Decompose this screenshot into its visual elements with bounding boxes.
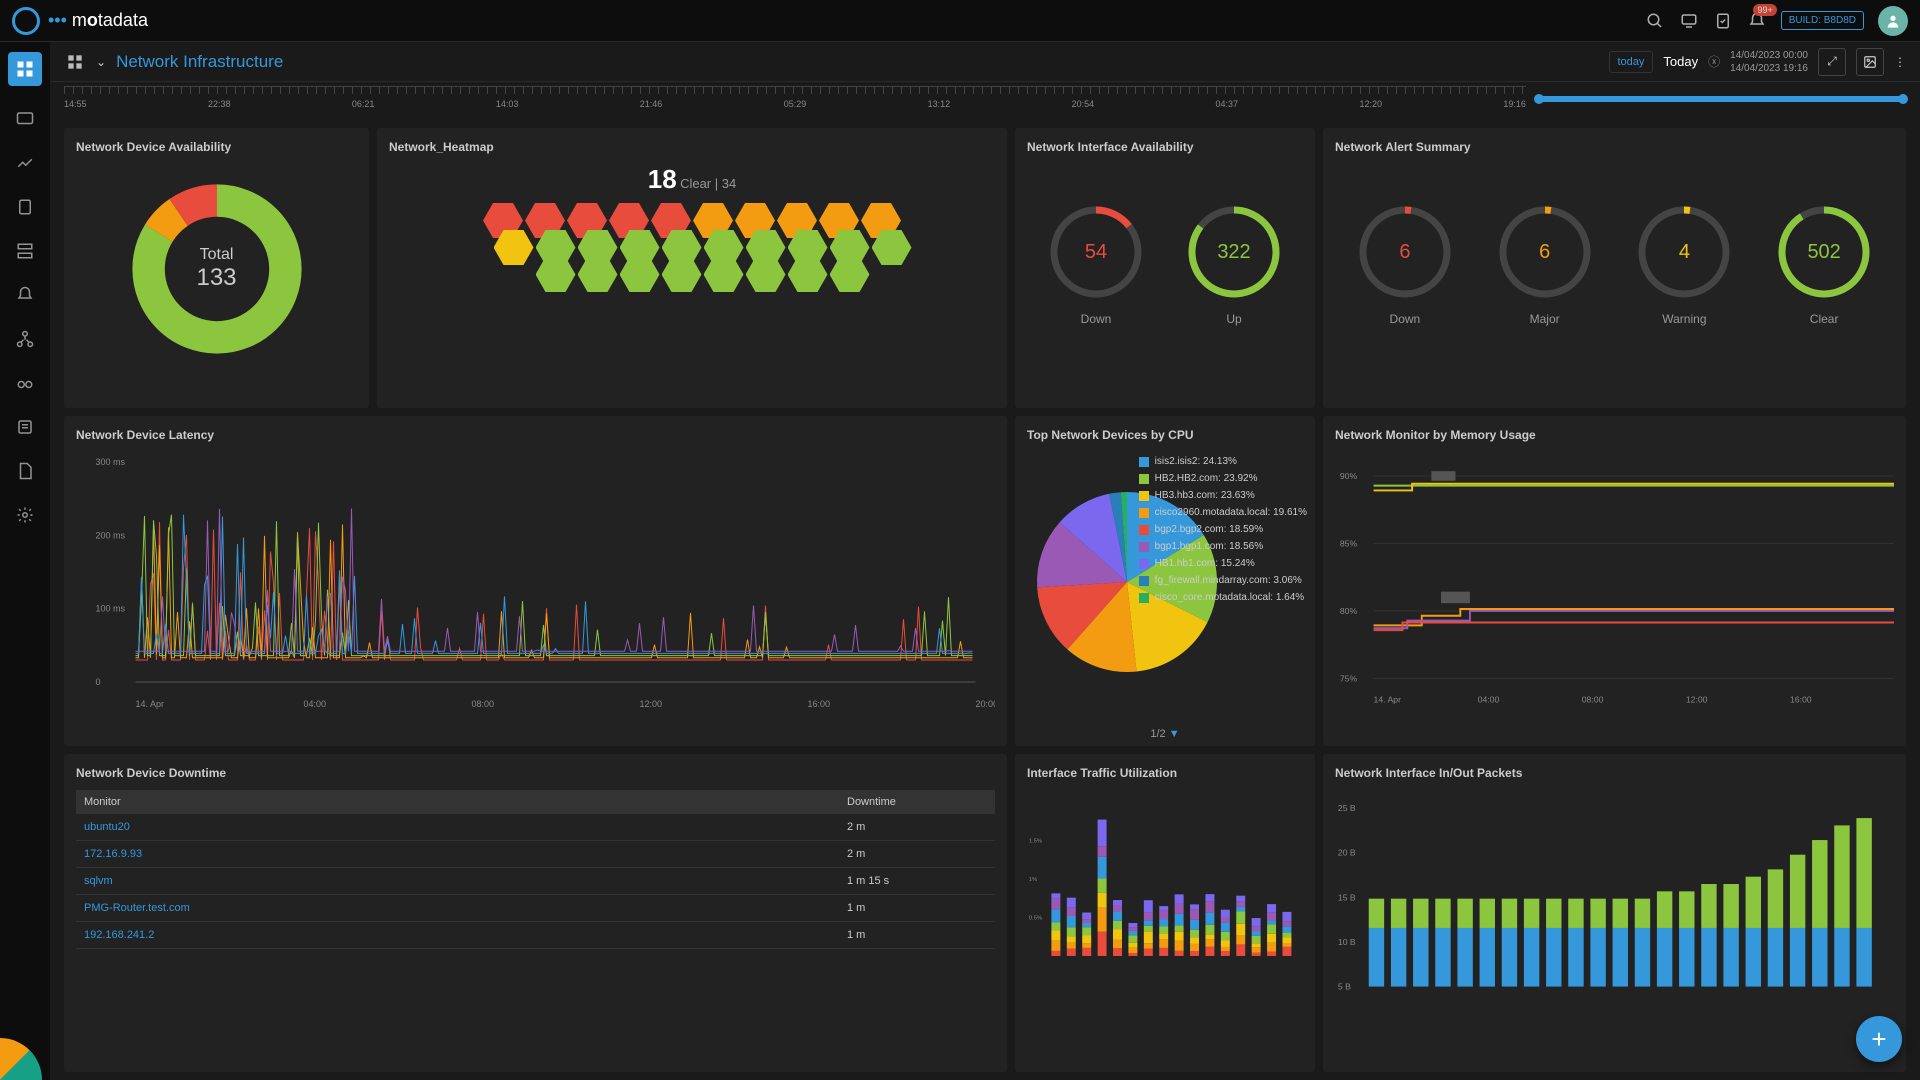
- binoculars-icon[interactable]: [14, 372, 36, 394]
- panel-title: Network Interface Availability: [1027, 140, 1303, 154]
- sidebar: [0, 42, 50, 1080]
- svg-text:12:00: 12:00: [640, 699, 663, 709]
- list-icon[interactable]: [14, 416, 36, 438]
- traffic-chart: 1.5% 1% 0.5%: [1027, 790, 1303, 1000]
- panel-traffic: Interface Traffic Utilization 1.5% 1% 0.5%: [1015, 754, 1315, 1072]
- chevron-down-icon[interactable]: ⌄: [96, 55, 106, 69]
- timeline[interactable]: 14:5522:3806:2114:0321:4605:2913:1220:54…: [50, 82, 1920, 120]
- panel-title: Interface Traffic Utilization: [1027, 766, 1303, 780]
- svg-text:14. Apr: 14. Apr: [136, 699, 165, 709]
- svg-text:20 B: 20 B: [1338, 848, 1356, 858]
- table-row[interactable]: 192.168.241.21 m: [76, 922, 995, 949]
- search-icon[interactable]: [1645, 11, 1665, 31]
- today-label: Today: [1663, 54, 1698, 69]
- svg-text:16:00: 16:00: [1790, 694, 1812, 704]
- panel-heatmap: Network_Heatmap 18 Clear | 34: [377, 128, 1007, 408]
- dashboard-icon[interactable]: [8, 52, 42, 86]
- svg-text:08:00: 08:00: [472, 699, 495, 709]
- panel-title: Network Interface In/Out Packets: [1335, 766, 1894, 780]
- panel-title: Network Device Availability: [76, 140, 357, 154]
- availability-donut: Total133: [127, 179, 307, 359]
- panel-alerts: Network Alert Summary 6Down6Major4Warnin…: [1323, 128, 1906, 408]
- svg-text:85%: 85%: [1340, 538, 1358, 548]
- panel-title: Network Device Downtime: [76, 766, 995, 780]
- svg-text:08:00: 08:00: [1582, 694, 1604, 704]
- panel-packets: Network Interface In/Out Packets 25 B 20 …: [1323, 754, 1906, 1072]
- svg-text:75%: 75%: [1340, 673, 1358, 683]
- timeline-slider[interactable]: [1536, 96, 1906, 102]
- network-icon[interactable]: [14, 328, 36, 350]
- svg-text:80%: 80%: [1340, 606, 1358, 616]
- panel-iface-avail: Network Interface Availability 54 Down 3…: [1015, 128, 1315, 408]
- brand-text: ••• motadata: [48, 10, 148, 31]
- server-icon[interactable]: [14, 240, 36, 262]
- panel-title: Network_Heatmap: [389, 140, 995, 154]
- gear-icon[interactable]: [14, 504, 36, 526]
- panel-title: Network Monitor by Memory Usage: [1335, 428, 1894, 442]
- panel-title: Network Device Latency: [76, 428, 995, 442]
- svg-text:10 B: 10 B: [1338, 937, 1356, 947]
- svg-text:1%: 1%: [1029, 877, 1037, 883]
- date-range: 14/04/2023 00:0014/04/2023 19:16: [1730, 49, 1808, 75]
- svg-text:1.5%: 1.5%: [1029, 838, 1042, 844]
- alert-icon[interactable]: [14, 284, 36, 306]
- svg-text:90%: 90%: [1340, 471, 1358, 481]
- clipboard-icon[interactable]: [1713, 11, 1733, 31]
- topbar: ••• motadata 99+ BUILD: B8D8D: [0, 0, 1920, 42]
- logo-icon: [12, 7, 40, 35]
- panel-latency: Network Device Latency 300 ms 200 ms 100 m…: [64, 416, 1007, 746]
- svg-text:25 B: 25 B: [1338, 803, 1356, 813]
- memory-chart: 90%85%80%75%14. Apr04:0008:0012:0016:002…: [1335, 452, 1894, 712]
- panel-title: Network Alert Summary: [1335, 140, 1894, 154]
- gauge-up: 322 Up: [1184, 202, 1284, 326]
- monitor-icon[interactable]: [1679, 11, 1699, 31]
- more-icon[interactable]: ⋮: [1894, 55, 1906, 69]
- table-row[interactable]: ubuntu202 m: [76, 814, 995, 841]
- panel-cpu: Top Network Devices by CPU 1/2 ▼ isis2.i…: [1015, 416, 1315, 746]
- table-row[interactable]: PMG-Router.test.com1 m: [76, 895, 995, 922]
- brand-area: ••• motadata: [12, 7, 148, 35]
- latency-chart: 300 ms 200 ms 100 ms 0 14. Apr 04:00 08:00 12:0…: [76, 452, 995, 712]
- clear-icon[interactable]: ⓧ: [1708, 53, 1720, 70]
- table-row[interactable]: sqlvm1 m 15 s: [76, 868, 995, 895]
- expand-icon[interactable]: ⤢: [1818, 48, 1846, 76]
- file-icon[interactable]: [14, 460, 36, 482]
- svg-text:300 ms: 300 ms: [96, 457, 126, 467]
- svg-text:04:00: 04:00: [1478, 694, 1500, 704]
- svg-text:200 ms: 200 ms: [96, 530, 126, 540]
- add-button[interactable]: +: [1856, 1016, 1902, 1062]
- svg-text:0: 0: [96, 677, 101, 687]
- today-chip[interactable]: today: [1609, 51, 1654, 73]
- page-title: Network Infrastructure: [116, 52, 283, 72]
- document-icon[interactable]: [14, 196, 36, 218]
- notif-badge: 99+: [1753, 4, 1776, 16]
- hex-grid: [389, 203, 995, 292]
- gauge-down: 54 Down: [1046, 202, 1146, 326]
- image-icon[interactable]: [1856, 48, 1884, 76]
- build-label: BUILD: B8D8D: [1781, 11, 1864, 30]
- svg-text:15 B: 15 B: [1338, 892, 1356, 902]
- svg-text:20:00: 20:00: [976, 699, 996, 709]
- display-icon[interactable]: [14, 108, 36, 130]
- grid-icon[interactable]: [64, 51, 86, 73]
- svg-text:12:00: 12:00: [1686, 694, 1708, 704]
- table-row[interactable]: 172.16.9.932 m: [76, 841, 995, 868]
- svg-text:14. Apr: 14. Apr: [1374, 694, 1402, 704]
- page-header: ⌄ Network Infrastructure today Today ⓧ 1…: [50, 42, 1920, 82]
- bell-icon[interactable]: 99+: [1747, 11, 1767, 31]
- svg-text:16:00: 16:00: [808, 699, 831, 709]
- svg-text:0.5%: 0.5%: [1029, 915, 1042, 921]
- svg-text:5 B: 5 B: [1338, 981, 1351, 991]
- avatar[interactable]: [1878, 6, 1908, 36]
- panel-title: Top Network Devices by CPU: [1027, 428, 1303, 442]
- panel-availability: Network Device Availability Total133: [64, 128, 369, 408]
- svg-text:04:00: 04:00: [304, 699, 327, 709]
- chart-icon[interactable]: [14, 152, 36, 174]
- svg-text:100 ms: 100 ms: [96, 604, 126, 614]
- panel-memory: Network Monitor by Memory Usage 90% 85% 80…: [1323, 416, 1906, 746]
- packets-chart: 25 B 20 B 15 B 10 B 5 B: [1335, 790, 1894, 1000]
- panel-downtime: Network Device Downtime MonitorDowntime …: [64, 754, 1007, 1072]
